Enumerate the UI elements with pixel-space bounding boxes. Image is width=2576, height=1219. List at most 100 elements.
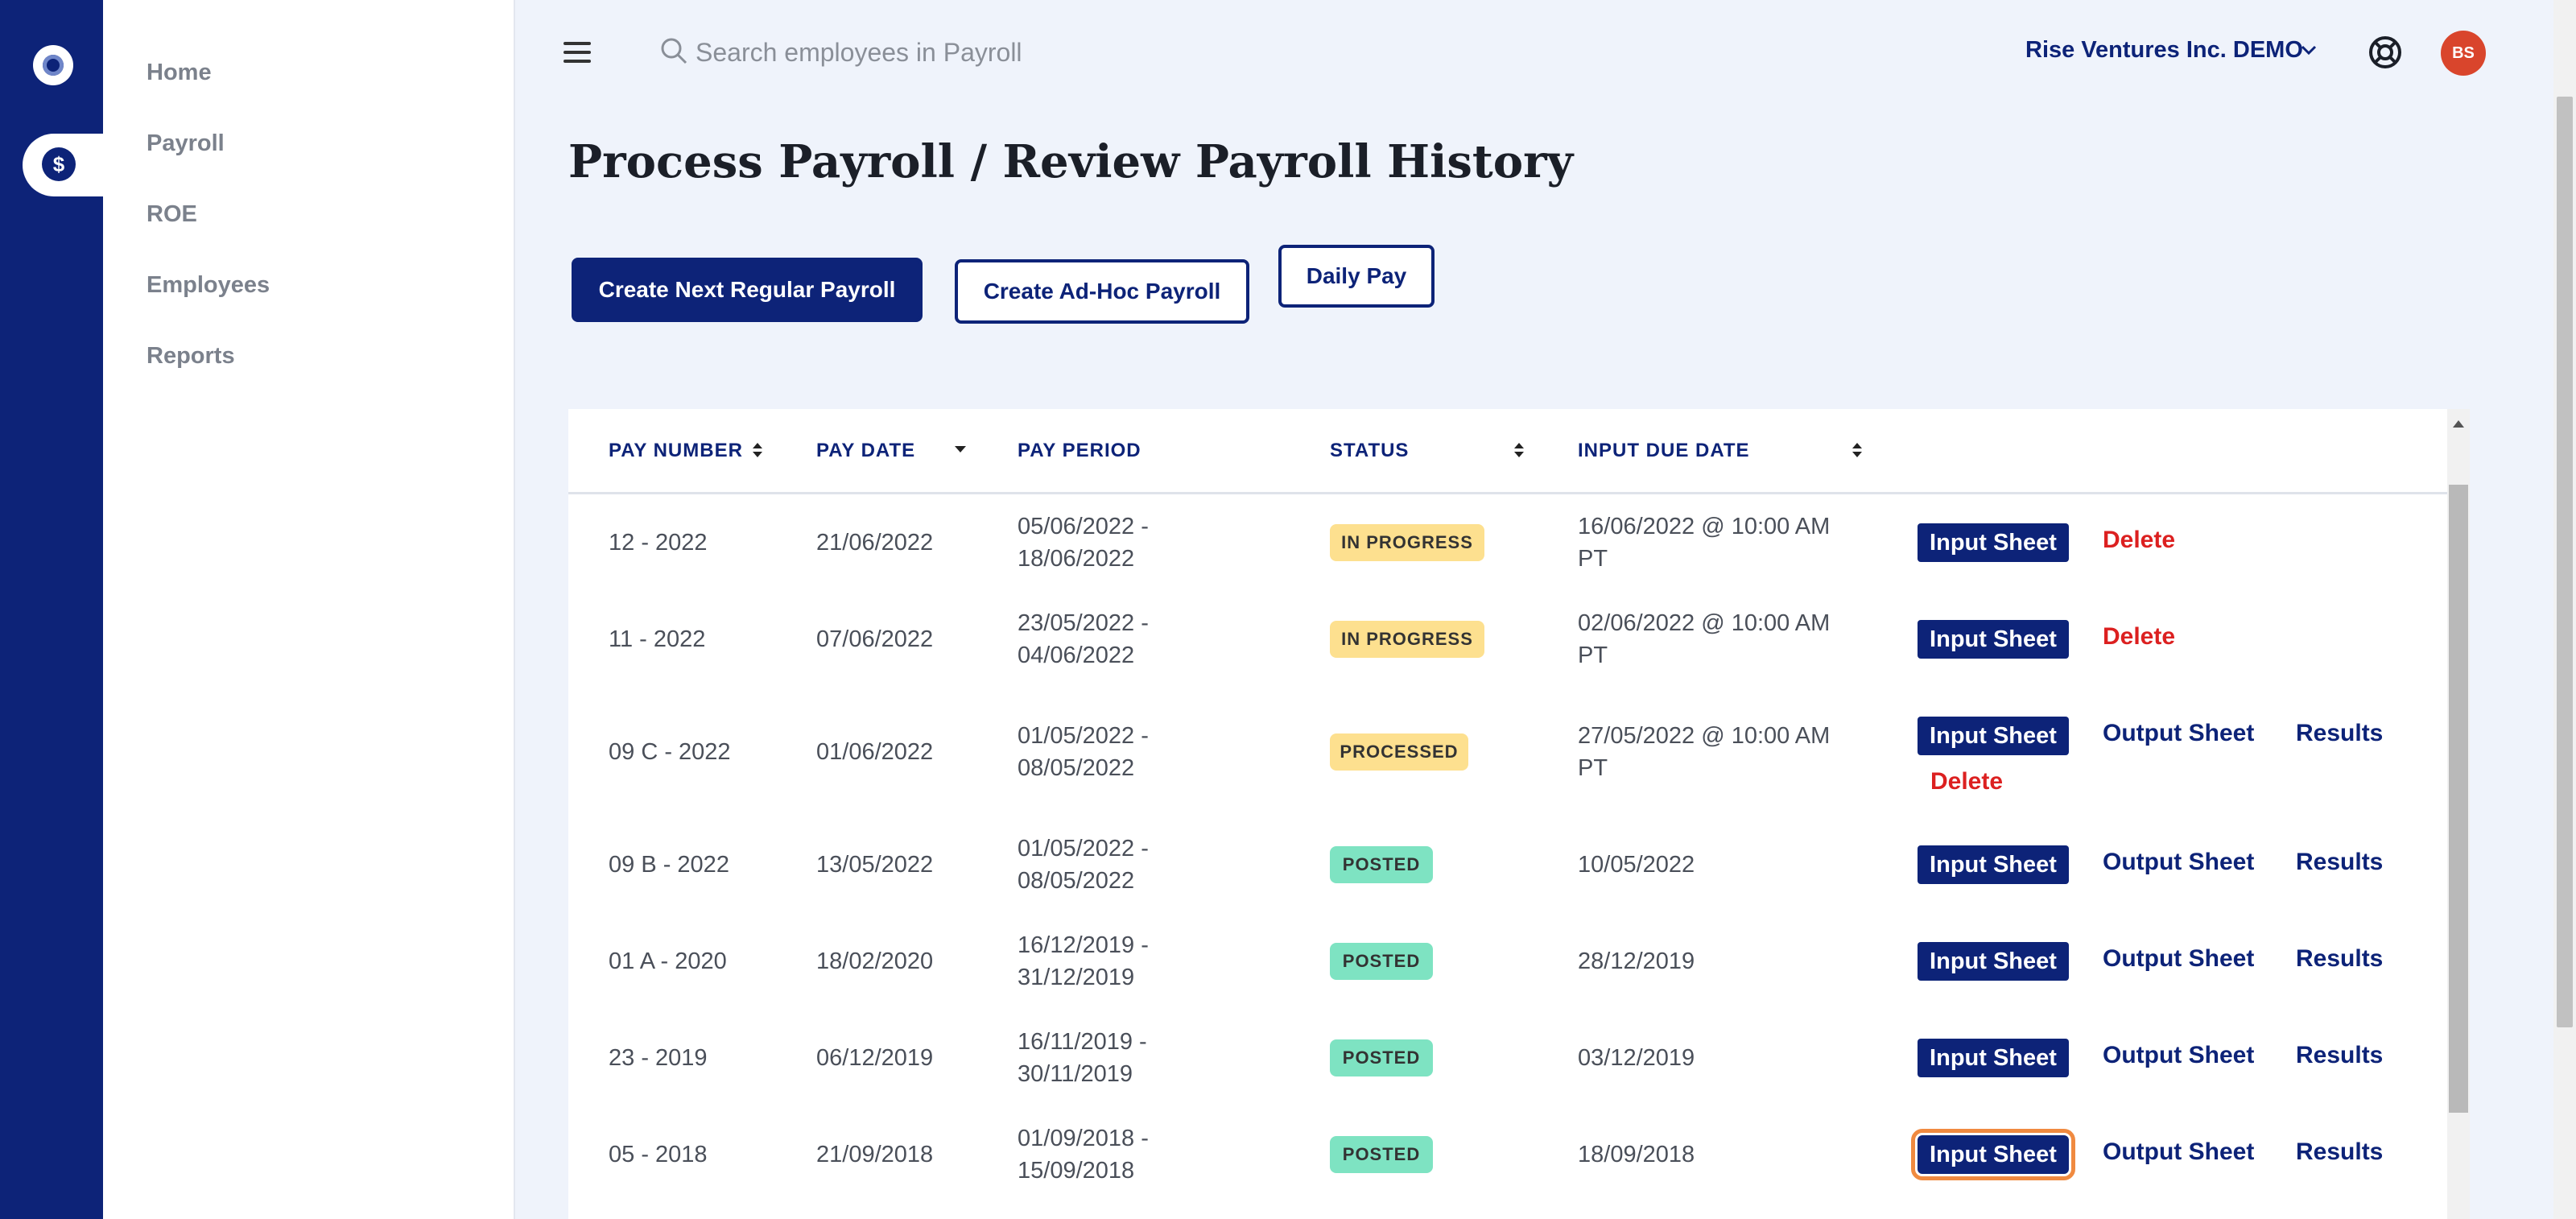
pay-period-end: 18/06/2022 xyxy=(1018,546,1135,572)
pay-period-start: 01/09/2018 - xyxy=(1018,1126,1149,1151)
col-pay-period: PAY PERIOD xyxy=(1018,440,1141,461)
sort-icon[interactable] xyxy=(752,441,763,459)
status-badge: POSTED xyxy=(1330,846,1433,883)
sidebar-item-employees[interactable]: Employees xyxy=(147,272,270,299)
status-badge: IN PROGRESS xyxy=(1330,524,1484,561)
table-row: 12 - 2022 21/06/2022 05/06/2022 - 18/06/… xyxy=(568,510,2447,607)
sidebar-item-home[interactable]: Home xyxy=(147,60,212,86)
create-regular-payroll-button[interactable]: Create Next Regular Payroll xyxy=(572,258,923,322)
results-link[interactable]: Results xyxy=(2296,1138,2383,1166)
status-badge: POSTED xyxy=(1330,1136,1433,1173)
input-sheet-button[interactable]: Input Sheet xyxy=(1918,523,2069,562)
pay-date: 21/06/2022 xyxy=(816,530,934,556)
input-due-date: 10/05/2022 xyxy=(1578,852,1695,878)
scroll-up-arrow-icon[interactable] xyxy=(2453,420,2464,428)
input-due-date: 27/05/2022 @ 10:00 AM xyxy=(1578,723,1831,749)
hamburger-icon[interactable] xyxy=(564,42,591,63)
col-status[interactable]: STATUS xyxy=(1330,440,1409,462)
page-title: Process Payroll / Review Payroll History xyxy=(568,135,1574,188)
table-scrollbar[interactable] xyxy=(2447,409,2470,1219)
pay-period-end: 08/05/2022 xyxy=(1018,755,1135,781)
pay-number: 11 - 2022 xyxy=(609,626,706,652)
payroll-history-table: PAY NUMBER PAY DATE PAY PERIOD STATUS IN… xyxy=(568,409,2470,1219)
input-due-date: 28/12/2019 xyxy=(1578,948,1695,974)
pay-period-start: 01/05/2022 - xyxy=(1018,723,1149,749)
pay-number: 09 B - 2022 xyxy=(609,852,729,878)
create-adhoc-payroll-button[interactable]: Create Ad-Hoc Payroll xyxy=(955,259,1249,324)
input-sheet-button[interactable]: Input Sheet xyxy=(1918,620,2069,659)
pay-date: 06/12/2019 xyxy=(816,1045,934,1071)
sidebar-item-reports[interactable]: Reports xyxy=(147,343,235,370)
pay-period-start: 01/05/2022 - xyxy=(1018,836,1149,862)
input-due-timezone: PT xyxy=(1578,546,1608,572)
pay-period-end: 15/09/2018 xyxy=(1018,1158,1135,1184)
sort-icon[interactable] xyxy=(1513,441,1525,459)
input-sheet-button[interactable]: Input Sheet xyxy=(1911,1129,2075,1180)
delete-link[interactable]: Delete xyxy=(2103,527,2175,554)
pay-period-end: 08/05/2022 xyxy=(1018,868,1135,894)
table-row: 23 - 2019 06/12/2019 16/11/2019 - 30/11/… xyxy=(568,1026,2447,1122)
chevron-down-icon[interactable] xyxy=(2301,42,2317,58)
company-selector[interactable]: Rise Ventures Inc. DEMO xyxy=(2025,37,2303,64)
delete-link[interactable]: Delete xyxy=(2103,623,2175,651)
results-link[interactable]: Results xyxy=(2296,1042,2383,1069)
input-sheet-button[interactable]: Input Sheet xyxy=(1918,1039,2069,1077)
pay-period-start: 05/06/2022 - xyxy=(1018,514,1149,539)
col-pay-date[interactable]: PAY DATE xyxy=(816,440,915,462)
table-row: 09 B - 2022 13/05/2022 01/05/2022 - 08/0… xyxy=(568,833,2447,929)
app-rail: $ xyxy=(0,0,103,1219)
output-sheet-link[interactable]: Output Sheet xyxy=(2103,849,2254,876)
output-sheet-link[interactable]: Output Sheet xyxy=(2103,1138,2254,1166)
pay-number: 09 C - 2022 xyxy=(609,739,731,765)
search-input[interactable] xyxy=(696,32,1420,72)
status-badge: PROCESSED xyxy=(1330,733,1468,771)
search-icon xyxy=(661,38,687,64)
pay-date: 18/02/2020 xyxy=(816,948,934,974)
table-row: 09 C - 2022 01/06/2022 01/05/2022 - 08/0… xyxy=(568,704,2447,833)
sidebar-item-roe[interactable]: ROE xyxy=(147,201,197,228)
table-row: 01 A - 2020 18/02/2020 16/12/2019 - 31/1… xyxy=(568,929,2447,1026)
dollar-icon: $ xyxy=(42,147,76,181)
sort-icon[interactable] xyxy=(1852,441,1863,459)
table-row: 05 - 2018 21/09/2018 01/09/2018 - 15/09/… xyxy=(568,1122,2447,1219)
pay-number: 23 - 2019 xyxy=(609,1045,708,1071)
results-link[interactable]: Results xyxy=(2296,720,2383,747)
sort-desc-icon[interactable] xyxy=(955,446,966,452)
avatar[interactable]: BS xyxy=(2441,31,2486,76)
target-logo-icon[interactable] xyxy=(33,45,73,85)
pay-number: 01 A - 2020 xyxy=(609,948,727,974)
status-badge: POSTED xyxy=(1330,1039,1433,1076)
pay-date: 01/06/2022 xyxy=(816,739,934,765)
input-sheet-button[interactable]: Input Sheet xyxy=(1918,717,2069,755)
status-badge: POSTED xyxy=(1330,943,1433,980)
output-sheet-link[interactable]: Output Sheet xyxy=(2103,945,2254,973)
page-scrollbar-thumb[interactable] xyxy=(2557,97,2573,1027)
sidebar-item-payroll[interactable]: Payroll xyxy=(147,130,225,157)
input-sheet-button[interactable]: Input Sheet xyxy=(1918,845,2069,884)
table-scrollbar-thumb[interactable] xyxy=(2449,485,2468,1113)
results-link[interactable]: Results xyxy=(2296,945,2383,973)
daily-pay-button[interactable]: Daily Pay xyxy=(1278,245,1435,308)
output-sheet-link[interactable]: Output Sheet xyxy=(2103,1042,2254,1069)
pay-period-start: 16/12/2019 - xyxy=(1018,932,1149,958)
page-scrollbar[interactable] xyxy=(2553,0,2576,1219)
pay-number: 12 - 2022 xyxy=(609,530,708,556)
input-sheet-button[interactable]: Input Sheet xyxy=(1918,942,2069,981)
output-sheet-link[interactable]: Output Sheet xyxy=(2103,720,2254,747)
lifebuoy-icon[interactable] xyxy=(2367,34,2404,71)
pay-period-start: 23/05/2022 - xyxy=(1018,610,1149,636)
results-link[interactable]: Results xyxy=(2296,849,2383,876)
col-input-due-date[interactable]: INPUT DUE DATE xyxy=(1578,440,1750,462)
pay-number: 05 - 2018 xyxy=(609,1142,708,1167)
input-due-date: 18/09/2018 xyxy=(1578,1142,1695,1167)
pay-date: 07/06/2022 xyxy=(816,626,934,652)
pay-period-start: 16/11/2019 - xyxy=(1018,1029,1147,1055)
table-header: PAY NUMBER PAY DATE PAY PERIOD STATUS IN… xyxy=(568,409,2447,494)
input-due-date: 02/06/2022 @ 10:00 AM xyxy=(1578,610,1831,636)
delete-link[interactable]: Delete xyxy=(1930,768,2003,795)
input-due-date: 16/06/2022 @ 10:00 AM xyxy=(1578,514,1831,539)
input-due-timezone: PT xyxy=(1578,643,1608,668)
rail-tab-payroll[interactable]: $ xyxy=(23,134,103,196)
col-pay-number[interactable]: PAY NUMBER xyxy=(609,440,743,462)
pay-date: 21/09/2018 xyxy=(816,1142,934,1167)
